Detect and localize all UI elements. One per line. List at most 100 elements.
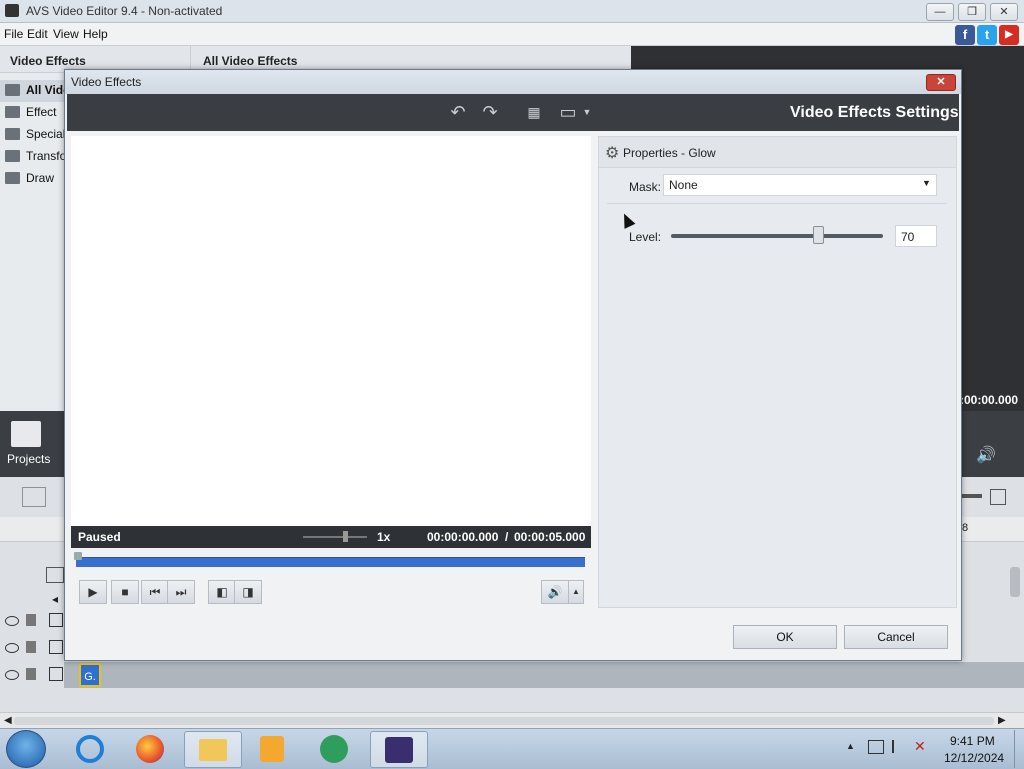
folder-icon (5, 84, 20, 96)
timeline-timecode: :00:00.000 (960, 393, 1019, 407)
properties-divider (607, 203, 947, 204)
chevron-down-icon[interactable]: ▼ (581, 102, 593, 122)
time-separator: / (505, 530, 509, 544)
scroll-left-icon[interactable]: ◀ (4, 715, 12, 726)
clock-date[interactable]: 12/12/2024 (944, 751, 1004, 765)
compare-view-icon: ◨ (242, 585, 254, 599)
volume-button[interactable]: 🔊 (541, 580, 569, 604)
firefox-icon[interactable] (122, 731, 178, 766)
monitor-icon[interactable]: ▭ (557, 102, 579, 122)
facebook-icon[interactable]: f (955, 25, 975, 45)
close-app-button[interactable]: ✕ (990, 3, 1018, 21)
volume-icon[interactable]: 🔊 (976, 445, 996, 465)
playback-progress-bar[interactable] (76, 557, 585, 567)
undo-icon[interactable]: ↶ (447, 102, 469, 122)
eye-icon[interactable] (5, 616, 19, 626)
split-view-button[interactable]: ◧ (208, 580, 236, 604)
video-preview (71, 136, 591, 526)
media-player-icon[interactable] (244, 731, 300, 766)
avs-app-icon (5, 4, 19, 17)
lock-icon[interactable] (26, 614, 36, 626)
mask-dropdown[interactable]: None ▼ (663, 174, 937, 196)
minimize-button[interactable]: — (926, 3, 954, 21)
playback-status: Paused (78, 530, 121, 544)
cancel-button[interactable]: Cancel (844, 625, 948, 649)
skip-back-icon: ⏮ (149, 585, 161, 599)
compare-view-button[interactable]: ◨ (234, 580, 262, 604)
storyboard-icon[interactable] (22, 487, 46, 507)
chevron-up-icon: ▲ (572, 587, 580, 596)
dialog-toolbar: ↶ ↷ ▦ ▭ ▼ Video Effects Settings (67, 94, 959, 131)
skip-forward-icon: ⏭ (175, 585, 187, 599)
folder-icon (5, 106, 20, 118)
redo-icon[interactable]: ↷ (479, 102, 501, 122)
dialog-title: Video Effects (71, 75, 142, 89)
eye-icon[interactable] (5, 670, 19, 680)
properties-header: ⚙ Properties - Glow (599, 137, 956, 168)
menu-edit[interactable]: Edit (27, 27, 48, 41)
previous-frame-button[interactable]: ⏮ (141, 580, 169, 604)
glow-effect-clip[interactable]: G. (79, 663, 101, 687)
play-button[interactable]: ▶ (79, 580, 107, 604)
speaker-icon: 🔊 (547, 585, 563, 599)
network-icon[interactable] (868, 740, 884, 754)
youtube-icon[interactable]: ▶ (999, 25, 1019, 45)
dialog-title-bar (65, 70, 961, 94)
lock-icon[interactable] (26, 668, 36, 680)
folder-icon (5, 128, 20, 140)
settings-title: Video Effects Settings (790, 104, 959, 121)
projects-button[interactable]: Projects (0, 411, 64, 477)
eye-icon[interactable] (5, 643, 19, 653)
dialog-close-button[interactable]: ✕ (926, 74, 956, 91)
file-explorer-icon[interactable] (184, 731, 242, 768)
playback-position-thumb[interactable] (74, 552, 82, 560)
category-transform[interactable]: Transfo (0, 146, 66, 168)
timeline-hscroll[interactable]: ◀ ▶ (0, 712, 1024, 729)
action-center-flag-icon[interactable] (892, 740, 906, 753)
speed-slider[interactable] (303, 536, 367, 538)
show-desktop-button[interactable] (1014, 730, 1024, 768)
level-label: Level: (629, 230, 662, 244)
level-value-input[interactable]: 70 (895, 225, 937, 247)
category-all-video-effects[interactable]: All Vide (0, 80, 70, 102)
avs-video-editor-taskbar-icon[interactable] (370, 731, 428, 768)
hscroll-thumb[interactable] (14, 717, 994, 725)
left-panel-title: Video Effects (10, 54, 86, 68)
speed-slider-thumb[interactable] (343, 531, 348, 542)
folder-icon (5, 172, 20, 184)
fit-timeline-icon[interactable] (990, 489, 1006, 505)
ruler-mark: 8 (962, 522, 969, 534)
menu-view[interactable]: View (53, 27, 79, 41)
grid-icon[interactable]: ▦ (523, 102, 545, 122)
lock-icon[interactable] (26, 641, 36, 653)
ok-button[interactable]: OK (733, 625, 837, 649)
scroll-right-icon[interactable]: ▶ (998, 715, 1006, 726)
category-effect[interactable]: Effect (0, 102, 64, 124)
start-button[interactable] (6, 730, 46, 768)
twitter-icon[interactable]: t (977, 25, 997, 45)
mid-panel-title: All Video Effects (203, 54, 298, 68)
volume-area: 🔊 (958, 411, 1024, 477)
next-frame-button[interactable]: ⏭ (167, 580, 195, 604)
mask-selected-value: None (669, 178, 698, 192)
level-slider-thumb[interactable] (813, 226, 824, 244)
volume-muted-icon[interactable]: ✕ (914, 738, 926, 755)
restore-button[interactable]: ❐ (958, 3, 986, 21)
clock-time[interactable]: 9:41 PM (950, 734, 995, 748)
menu-help[interactable]: Help (83, 27, 108, 41)
volume-dropdown[interactable]: ▲ (568, 580, 584, 604)
stop-button[interactable]: ■ (111, 580, 139, 604)
timeline-vscroll-thumb[interactable] (1010, 567, 1020, 597)
show-hidden-icons[interactable]: ▲ (846, 741, 855, 751)
clapperboard-icon (11, 421, 41, 447)
category-draw[interactable]: Draw (0, 168, 64, 190)
category-special[interactable]: Special (0, 124, 65, 146)
mask-label: Mask: (629, 180, 662, 194)
menu-file[interactable]: File (4, 27, 23, 41)
internet-explorer-icon[interactable] (62, 731, 118, 766)
effect-track-lane (64, 662, 1024, 688)
level-slider[interactable] (671, 234, 883, 238)
video-converter-icon[interactable] (306, 731, 362, 766)
video-track-icon (46, 567, 64, 583)
zoom-slider[interactable] (962, 494, 982, 498)
